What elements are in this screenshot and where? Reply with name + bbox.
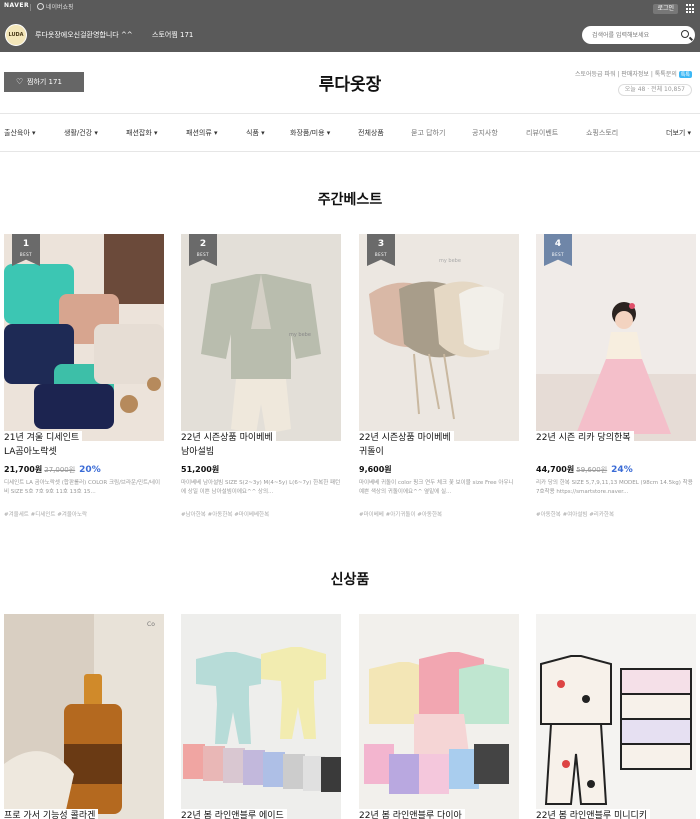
product-image[interactable] [181,614,341,819]
product-tags[interactable]: #남아한복 #아동한복 #마이베베한복 [181,510,341,518]
nav-item-5[interactable]: 화장품/미용 ▾ [290,128,330,138]
visitor-count: 오늘 48 · 전체 10,857 [617,84,692,96]
product-name[interactable]: 22년 봄 라인앤블루 다이아 [359,809,465,819]
product-name-line2[interactable]: LA곰아노락셋 [4,445,60,459]
product-image[interactable]: my bebe [181,234,341,441]
product-image[interactable] [4,234,164,441]
nav-item-2[interactable]: 패션잡화 ▾ [126,128,158,138]
nav-item-3[interactable]: 패션의류 ▾ [186,128,218,138]
apps-grid-icon[interactable] [686,4,696,14]
product-description: 마이베베 귀돌이 color 핑크 연두 체크 꽃 보이블 size Free … [359,480,514,495]
product-name[interactable]: 22년 봄 라인앤블루 에이드 [181,809,287,819]
product-description: 마이베베 남아설빔 SIZE S(2~3y) M(4~5y) L(6~7y) 한… [181,480,341,495]
naver-global-bar: NAVER 네이버쇼핑 로그인 [0,0,700,16]
product-image[interactable] [536,234,696,441]
nav-item-11[interactable]: 더보기 ▾ [666,128,691,138]
original-price: 59,600원 [576,466,608,474]
store-logo[interactable]: LUDA [5,24,27,46]
nav-item-1[interactable]: 생활/건강 ▾ [64,128,98,138]
product-name[interactable]: 22년 시즌상품 마이베베 [181,431,276,445]
category-nav: 출산육아 ▾ 생활/건강 ▾ 패션잡화 ▾ 패션의류 ▾ 식품 ▾ 화장품/미용 ▾ 전체상… [0,114,700,152]
naver-shopping-link[interactable]: 네이버쇼핑 [37,2,74,11]
product-price: 44,700원 59,600원 24% [536,465,633,475]
product-description: 디세인트 LA 곰아노락셋 (합판롤러) COLOR 크림/브라운/민트/네이비… [4,480,161,495]
search-icon[interactable] [681,30,689,38]
original-price: 27,000원 [44,466,76,474]
product-price: 21,700원 27,000원 20% [4,465,101,475]
product-tags[interactable]: #겨울세트 #디세인트 #겨울아노락 [4,510,164,518]
nav-item-10[interactable]: 쇼핑스토리 [586,128,618,138]
product-tags[interactable]: #마이베베 #아기귀돌이 #아동한복 [359,510,519,518]
store-info-text: 스토어등급 파워 | 판매자정보 | 톡톡문의 [574,71,677,78]
naver-shopping-label: 네이버쇼핑 [46,4,74,11]
svg-text:my bebe: my bebe [289,332,311,338]
store-welcome-message: 루다옷장에오신걸환영합니다 ^^ [35,31,133,39]
discount-rate: 20% [79,465,101,475]
product-name-line2[interactable]: 남아설빔 [181,445,218,459]
store-favorite-count[interactable]: 스토어찜 171 [152,30,193,40]
login-button[interactable]: 로그인 [653,4,678,14]
product-name[interactable]: 22년 시즌상품 마이베베 [359,431,454,445]
product-price: 51,200원 [181,465,220,474]
product-name[interactable]: 21년 겨울 디세인트 [4,431,83,445]
product-tags[interactable]: #아동한복 #여아설빔 #리카한복 [536,510,696,518]
search-input[interactable] [592,29,674,41]
store-header: ♡ 찜하기 171 루다옷장 스토어등급 파워 | 판매자정보 | 톡톡문의 톡톡… [0,52,700,114]
new-products-title: 신상품 [330,572,370,588]
shopping-icon [37,3,44,10]
product-image[interactable] [536,614,696,819]
nav-item-9[interactable]: 리뷰이벤트 [526,128,558,138]
product-name[interactable]: 프로 가서 기능성 콜라겐 [4,809,99,819]
product-name[interactable]: 22년 시즌 리카 당의한복 [536,431,634,445]
svg-text:my bebe: my bebe [439,258,461,264]
store-top-bar: NAVER 네이버쇼핑 로그인 LUDA 루다옷장에오신걸환영합니다 ^^ 스토… [0,0,700,52]
product-name[interactable]: 22년 봄 라인앤블루 미니디키 [536,809,651,819]
product-description: 리카 당의 한복 SIZE 5,7,9,11,13 MODEL (98cm 14… [536,480,693,495]
nav-item-8[interactable]: 공지사항 [472,128,498,138]
search-box[interactable] [582,26,695,44]
talk-badge: 톡톡 [678,71,692,78]
naver-logo[interactable]: NAVER [4,2,29,9]
product-image[interactable]: Co [4,614,164,819]
product-image[interactable]: my bebe [359,234,519,441]
product-name-line2[interactable]: 귀돌이 [359,445,387,459]
nav-item-6[interactable]: 전체상품 [358,128,384,138]
product-price: 9,600원 [359,465,392,474]
nav-item-4[interactable]: 식품 ▾ [246,128,265,138]
divider [30,4,31,11]
nav-item-7[interactable]: 묻고 답하기 [411,128,445,138]
discount-rate: 24% [611,465,633,475]
product-image[interactable] [359,614,519,819]
nav-item-0[interactable]: 출산육아 ▾ [4,128,36,138]
store-info-links[interactable]: 스토어등급 파워 | 판매자정보 | 톡톡문의 톡톡 [575,69,692,78]
svg-text:Co: Co [147,621,155,628]
weekly-best-title: 주간베스트 [317,192,383,208]
